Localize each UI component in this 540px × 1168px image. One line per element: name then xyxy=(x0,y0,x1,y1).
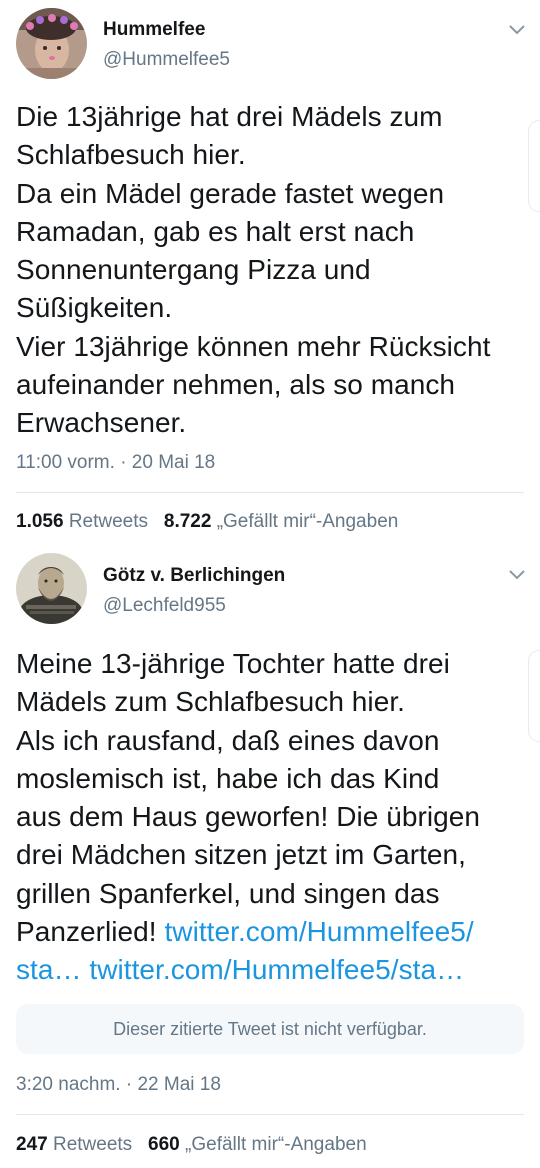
tweet-body-line: Panzerlied! twitter.com/Hummelfee5/ xyxy=(16,913,531,951)
tweet-hummelfee: Hummelfee @Hummelfee5 Die 13jährige hat … xyxy=(0,0,540,545)
tweet-lechfeld: Götz v. Berlichingen @Lechfeld955 Meine … xyxy=(0,545,540,1168)
tweet-body: Meine 13-jährige Tochter hatte drei Mäde… xyxy=(16,645,531,990)
tweet-link[interactable]: sta… twitter.com/Hummelfee5/sta… xyxy=(16,951,531,989)
retweet-count: 1.056 xyxy=(16,511,64,532)
like-count: 8.722 xyxy=(163,511,212,532)
divider xyxy=(16,492,524,493)
retweet-count: 247 xyxy=(16,1134,48,1155)
display-name[interactable]: Hummelfee xyxy=(103,19,205,41)
retweet-stat[interactable]: 247 Retweets xyxy=(16,1134,132,1155)
tweet-body-text: Panzerlied! xyxy=(16,916,165,948)
avatar[interactable] xyxy=(16,8,87,79)
retweet-label: Retweets xyxy=(52,1134,133,1155)
quoted-tweet-unavailable: Dieser zitierte Tweet ist nicht verfügba… xyxy=(16,1004,524,1054)
avatar-woman-icon xyxy=(16,8,87,79)
tweet-body-line: Vier 13jährige können mehr Rücksicht xyxy=(16,330,491,362)
tweet-body-line: Sonnenuntergang Pizza und xyxy=(16,254,371,286)
like-label: „Gefällt mir“-Angaben xyxy=(216,511,399,532)
handle[interactable]: @Lechfeld955 xyxy=(103,595,226,617)
tweet-body-line: Mädels zum Schlafbesuch hier. xyxy=(16,686,405,718)
timestamp[interactable]: 3:20 nachm. · 22 Mai 18 xyxy=(16,1074,221,1096)
tweet-body: Die 13jährige hat drei Mädels zum Schlaf… xyxy=(16,98,531,443)
scroll-edge xyxy=(528,120,540,212)
tweet-body-line: drei Mädchen sitzen jetzt im Garten, xyxy=(16,839,466,871)
tweet-body-line: Süßigkeiten. xyxy=(16,292,173,324)
scroll-edge xyxy=(528,650,540,742)
tweet-link[interactable]: twitter.com/Hummelfee5/ xyxy=(164,916,473,947)
tweet-body-line: Ramadan, gab es halt erst nach xyxy=(16,215,415,247)
tweet-body-line: Die 13jährige hat drei Mädels zum xyxy=(16,101,443,132)
avatar-knight-icon xyxy=(16,553,87,624)
tweet-body-line: Erwachsener. xyxy=(16,407,187,439)
avatar[interactable] xyxy=(16,553,87,624)
like-label: „Gefällt mir“-Angaben xyxy=(185,1134,367,1155)
tweet-body-line: Meine 13-jährige Tochter hatte drei xyxy=(16,648,450,679)
tweet-body-line: Da ein Mädel gerade fastet wegen xyxy=(16,177,445,209)
tweet-body-line: moslemisch ist, habe ich das Kind xyxy=(16,762,440,794)
like-count: 660 xyxy=(148,1134,180,1155)
tweet-body-line: aus dem Haus geworfen! Die übrigen xyxy=(16,801,480,833)
timestamp[interactable]: 11:00 vorm. · 20 Mai 18 xyxy=(16,452,215,474)
like-stat[interactable]: 8.722 „Gefällt mir“-Angaben xyxy=(164,511,398,532)
tweet-body-line: Als ich rausfand, daß eines davon xyxy=(16,724,440,756)
handle[interactable]: @Hummelfee5 xyxy=(103,49,230,71)
display-name[interactable]: Götz v. Berlichingen xyxy=(103,565,285,587)
chevron-down-icon[interactable] xyxy=(507,22,527,36)
engagement-stats: 247 Retweets 660 „Gefällt mir“-Angaben xyxy=(16,1134,367,1156)
engagement-stats: 1.056 Retweets 8.722 „Gefällt mir“-Angab… xyxy=(16,511,398,533)
tweet-body-line: Schlafbesuch hier. xyxy=(16,139,246,171)
like-stat[interactable]: 660 „Gefällt mir“-Angaben xyxy=(148,1134,367,1155)
chevron-down-icon[interactable] xyxy=(507,567,527,581)
tweet-body-line: grillen Spanferkel, und singen das xyxy=(16,877,440,909)
divider xyxy=(16,1114,524,1115)
retweet-stat[interactable]: 1.056 Retweets xyxy=(16,511,148,532)
retweet-label: Retweets xyxy=(68,511,149,532)
tweet-body-line: aufeinander nehmen, als so manch xyxy=(16,369,455,401)
